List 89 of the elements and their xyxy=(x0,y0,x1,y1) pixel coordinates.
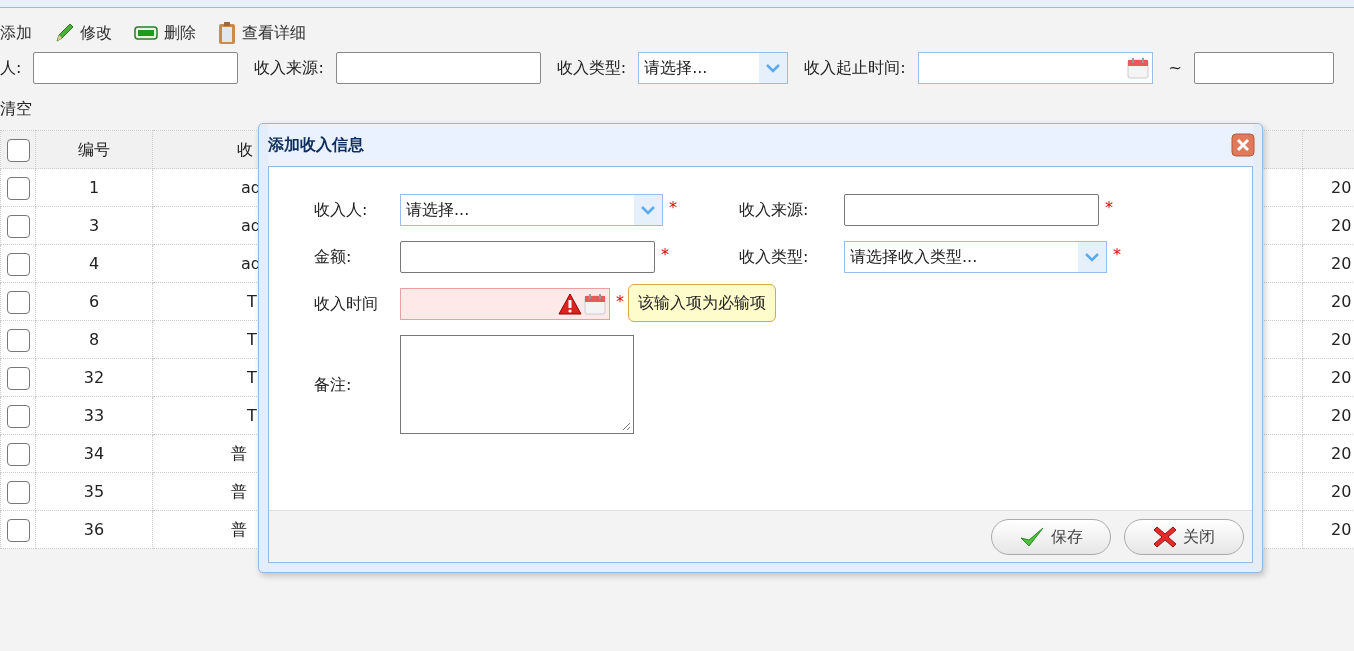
field-label: 收入人: xyxy=(314,199,369,221)
required-mark: * xyxy=(661,244,669,266)
table-cell: T xyxy=(247,405,257,425)
select-field[interactable]: 请选择... xyxy=(400,194,663,226)
clipboard-icon xyxy=(218,20,236,45)
pencil-icon xyxy=(54,21,74,44)
filter-label: 收入起止时间: xyxy=(804,57,906,79)
toolbar-button[interactable]: 添加 xyxy=(0,17,32,48)
field-label: 金额: xyxy=(314,246,353,268)
cross-icon xyxy=(1153,524,1177,549)
warning-icon xyxy=(558,293,582,315)
select-field[interactable]: 请选择收入类型... xyxy=(844,241,1107,273)
table-cell: 3 xyxy=(88,215,100,235)
check-icon xyxy=(1019,525,1045,548)
calendar-icon xyxy=(1126,57,1149,79)
table-cell: 20 xyxy=(1331,519,1352,539)
select-value: 请选择... xyxy=(644,57,708,79)
filter-label: 人: xyxy=(0,57,22,79)
text-field[interactable] xyxy=(844,194,1099,226)
dialog-button[interactable]: 保存 xyxy=(991,518,1111,555)
required-mark: * xyxy=(1105,197,1113,219)
table-cell: 8 xyxy=(88,329,100,349)
required-mark: * xyxy=(669,197,677,219)
bar-icon xyxy=(134,25,158,40)
checkbox[interactable] xyxy=(6,480,30,504)
validation-tooltip: 该输入项为必输项 xyxy=(628,284,776,322)
text-field[interactable] xyxy=(33,52,239,84)
table-cell: 1 xyxy=(88,177,100,197)
required-mark: * xyxy=(1113,244,1121,266)
table-cell: 20 xyxy=(1331,443,1352,463)
field-label: 收入时间 xyxy=(314,293,379,315)
checkbox[interactable] xyxy=(6,176,30,200)
table-cell: 20 xyxy=(1331,367,1352,387)
toolbar-button[interactable]: 修改 xyxy=(54,17,112,48)
table-cell: 33 xyxy=(83,405,105,425)
table-cell: 20 xyxy=(1331,215,1352,235)
toolbar-button[interactable]: 删除 xyxy=(134,17,196,48)
checkbox[interactable] xyxy=(6,366,30,390)
checkbox[interactable] xyxy=(6,214,30,238)
required-mark: * xyxy=(616,291,624,313)
date-field[interactable] xyxy=(917,52,1153,84)
table-cell: 34 xyxy=(83,443,105,463)
text-field[interactable] xyxy=(400,241,655,273)
table-cell: 32 xyxy=(83,367,105,387)
table-cell: 20 xyxy=(1331,253,1352,273)
table-cell: 35 xyxy=(83,481,105,501)
toolbar-button[interactable]: 查看详细 xyxy=(218,17,306,48)
table-cell: 4 xyxy=(88,253,100,273)
table-cell: 20 xyxy=(1331,405,1352,425)
text-field[interactable] xyxy=(1193,52,1334,84)
filter-label: ~ xyxy=(1168,57,1182,79)
table-cell: 普 xyxy=(231,443,247,463)
table-cell: 20 xyxy=(1331,291,1352,311)
column-header: 收 xyxy=(237,139,253,159)
checkbox[interactable] xyxy=(6,138,30,162)
checkbox[interactable] xyxy=(6,328,30,352)
date-field[interactable] xyxy=(400,288,610,320)
filter-label: 收入类型: xyxy=(556,57,627,79)
field-label: 收入来源: xyxy=(739,199,810,221)
select-value: 请选择收入类型... xyxy=(850,246,978,268)
field-label: 备注: xyxy=(314,373,353,396)
select-field[interactable]: 请选择... xyxy=(638,52,789,84)
checkbox[interactable] xyxy=(6,290,30,314)
select-value: 请选择... xyxy=(406,199,470,221)
table-cell: 普 xyxy=(231,481,247,501)
clear-button[interactable]: 清空 xyxy=(0,97,32,121)
field-label: 收入类型: xyxy=(739,246,810,268)
text-field[interactable] xyxy=(335,52,541,84)
column-header: 编号 xyxy=(78,139,110,159)
checkbox[interactable] xyxy=(6,404,30,428)
close-icon[interactable] xyxy=(1231,133,1255,157)
table-cell: T xyxy=(247,291,257,311)
table-cell: T xyxy=(247,329,257,349)
table-cell: 20 xyxy=(1331,481,1352,501)
table-cell: 20 xyxy=(1331,329,1352,349)
table-cell: 普 xyxy=(231,519,247,539)
table-cell: T xyxy=(247,367,257,387)
dialog-title: 添加收入信息 xyxy=(268,134,364,156)
text-area[interactable] xyxy=(400,335,634,434)
checkbox[interactable] xyxy=(6,518,30,542)
checkbox[interactable] xyxy=(6,252,30,276)
resize-grip-icon xyxy=(622,422,631,431)
filter-label: 收入来源: xyxy=(254,57,324,79)
table-cell: 20 xyxy=(1331,177,1352,197)
table-cell: 6 xyxy=(88,291,100,311)
checkbox[interactable] xyxy=(6,442,30,466)
calendar-icon xyxy=(584,293,606,315)
dialog-button[interactable]: 关闭 xyxy=(1124,518,1244,555)
table-cell: 36 xyxy=(83,519,105,539)
